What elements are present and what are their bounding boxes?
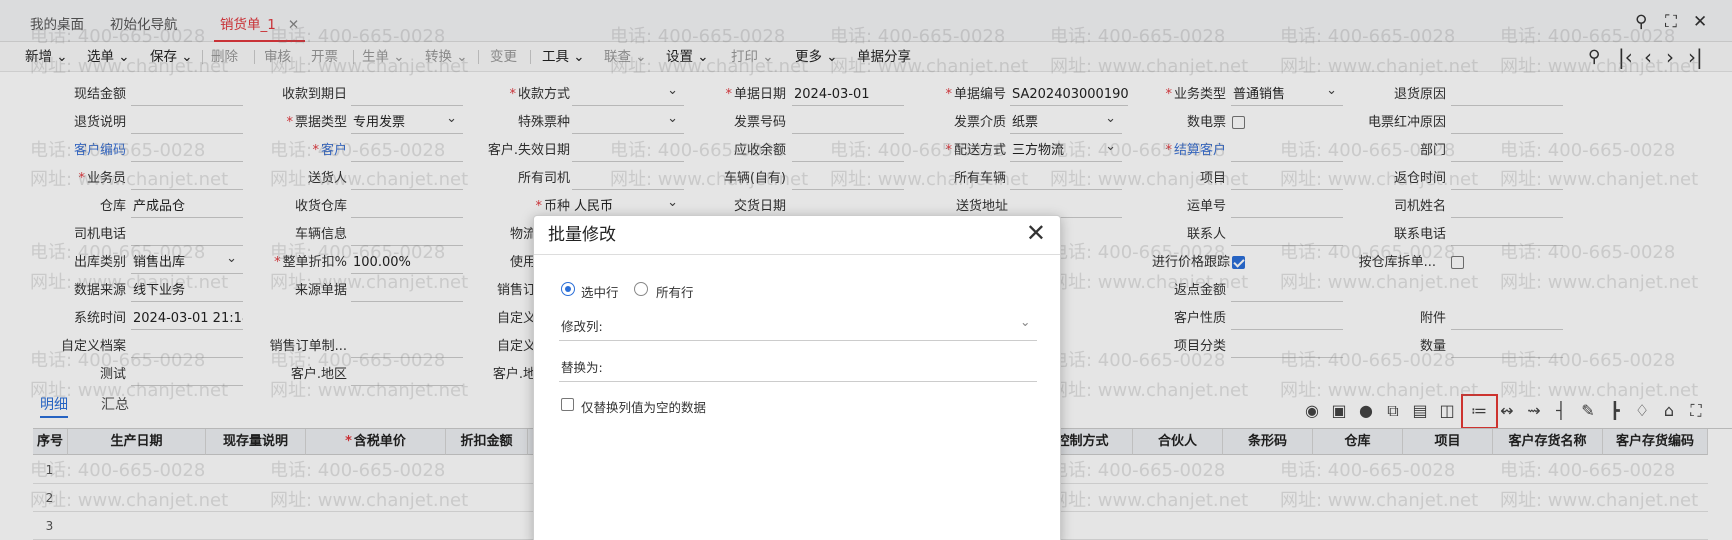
chevron-down-icon[interactable]: ⌄ — [1020, 314, 1030, 329]
all-rows-radio[interactable] — [634, 282, 648, 296]
radio-label: 选中行 — [581, 285, 619, 300]
selected-rows-radio[interactable] — [561, 282, 575, 296]
app-window: 我的桌面 初始化导航 销货单_1 ✕ ⚲ ⛶ ✕ 新增 ⌄ 选单 ⌄ 保存 ⌄ 删… — [0, 0, 1732, 540]
empty-only-checkbox[interactable] — [561, 398, 574, 411]
batch-edit-dialog: 批量修改 ✕ 选中行 所有行 修改列: ⌄ 替换为: 仅替换列值为空的数据 — [533, 215, 1061, 540]
modify-column-label: 修改列: — [561, 319, 603, 334]
dialog-divider — [534, 254, 1060, 255]
empty-only-label: 仅替换列值为空的数据 — [581, 400, 707, 415]
radio-label: 所有行 — [656, 285, 694, 300]
modify-column-select[interactable] — [559, 340, 1037, 341]
replace-label: 替换为: — [561, 360, 603, 375]
dialog-title: 批量修改 — [548, 225, 616, 245]
close-icon[interactable]: ✕ — [1026, 218, 1046, 248]
replace-value-input[interactable] — [559, 381, 1037, 382]
